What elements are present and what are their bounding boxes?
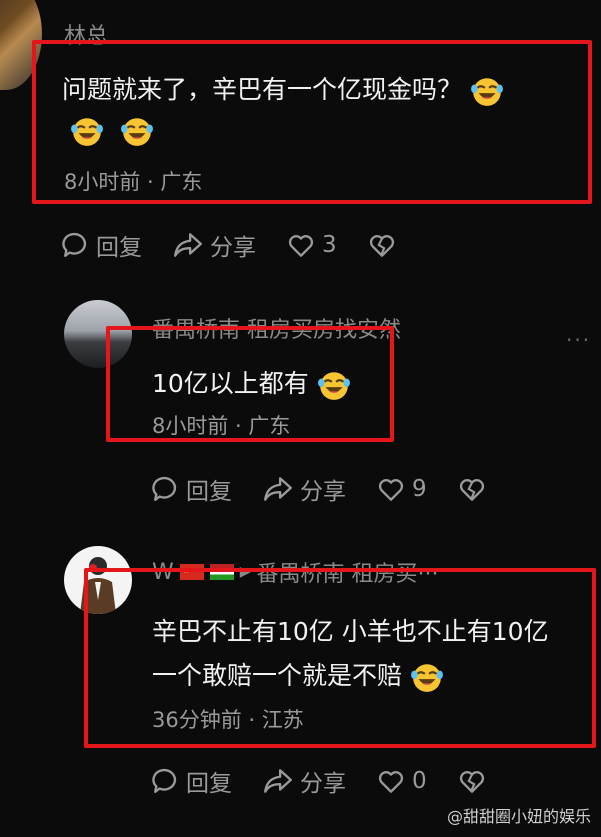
reply-icon xyxy=(152,767,180,795)
share-button[interactable]: 分享 xyxy=(262,472,346,506)
reply-actions: 回复 分享 9 xyxy=(152,472,487,506)
share-label: 分享 xyxy=(300,771,346,797)
more-options-icon[interactable]: ··· xyxy=(566,328,591,352)
broken-heart-icon xyxy=(457,767,487,795)
like-button[interactable]: 9 xyxy=(376,472,427,506)
heart-icon xyxy=(286,231,316,259)
dislike-button[interactable] xyxy=(367,228,397,262)
heart-icon xyxy=(376,475,406,503)
dislike-button[interactable] xyxy=(457,472,487,506)
reply-button[interactable]: 回复 xyxy=(152,764,232,798)
like-button[interactable]: 0 xyxy=(376,764,427,798)
highlight-box xyxy=(32,40,592,204)
watermark: @甜甜圈小妞的娱乐 xyxy=(446,807,591,826)
like-button[interactable]: 3 xyxy=(286,228,337,262)
broken-heart-icon xyxy=(457,475,487,503)
share-icon xyxy=(172,231,204,259)
reply-actions: 回复 分享 0 xyxy=(152,764,487,798)
reply-label: 回复 xyxy=(186,771,232,797)
reply-icon xyxy=(152,475,180,503)
share-label: 分享 xyxy=(300,479,346,505)
share-button[interactable]: 分享 xyxy=(262,764,346,798)
reply-icon xyxy=(62,231,90,259)
heart-icon xyxy=(376,767,406,795)
highlight-box xyxy=(106,326,394,442)
like-count: 0 xyxy=(412,768,427,794)
comment-thread: 林总 问题就来了，辛巴有一个亿现金吗？ 8小时前 · 广东 回复 分享 3 番禺… xyxy=(0,0,601,837)
share-icon xyxy=(262,475,294,503)
share-label: 分享 xyxy=(210,235,256,261)
comment-actions: 回复 分享 3 xyxy=(62,228,397,262)
like-count: 9 xyxy=(412,476,427,502)
reply-button[interactable]: 回复 xyxy=(62,228,142,262)
share-button[interactable]: 分享 xyxy=(172,228,256,262)
reply-button[interactable]: 回复 xyxy=(152,472,232,506)
highlight-box xyxy=(84,568,596,748)
share-icon xyxy=(262,767,294,795)
dislike-button[interactable] xyxy=(457,764,487,798)
reply-label: 回复 xyxy=(96,235,142,261)
reply-label: 回复 xyxy=(186,479,232,505)
broken-heart-icon xyxy=(367,231,397,259)
like-count: 3 xyxy=(322,232,337,258)
